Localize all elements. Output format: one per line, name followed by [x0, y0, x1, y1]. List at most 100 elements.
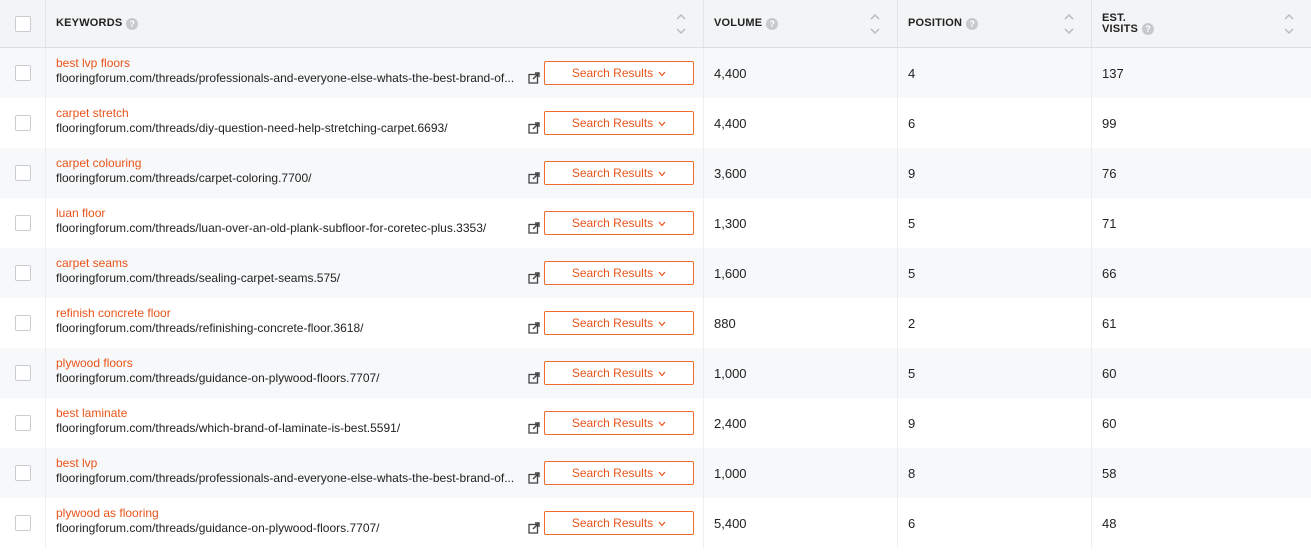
est-visits-cell: 61	[1092, 298, 1311, 348]
column-header-keywords[interactable]: KEYWORDS ?	[46, 0, 704, 47]
position-cell: 9	[898, 148, 1092, 198]
external-link-icon[interactable]	[528, 71, 540, 84]
row-checkbox-cell	[0, 348, 46, 398]
search-results-button[interactable]: Search Results	[544, 361, 694, 385]
position-value: 6	[908, 515, 916, 531]
est-visits-cell: 48	[1092, 498, 1311, 548]
search-results-label: Search Results	[571, 266, 654, 280]
row-checkbox-cell	[0, 198, 46, 248]
volume-value: 4,400	[714, 115, 747, 131]
est-visits-cell: 137	[1092, 48, 1311, 98]
external-link-icon[interactable]	[528, 421, 540, 434]
row-checkbox[interactable]	[14, 515, 31, 531]
search-results-button[interactable]: Search Results	[544, 161, 694, 185]
table-row: best lvp floors flooringforum.com/threads…	[0, 48, 1311, 98]
keyword-link[interactable]: best lvp floors	[56, 56, 526, 71]
keyword-link[interactable]: plywood as flooring	[56, 506, 526, 521]
volume-cell: 1,300	[704, 198, 898, 248]
keyword-cell: best lvp flooringforum.com/threads/profes…	[46, 448, 704, 498]
volume-cell: 2,400	[704, 398, 898, 448]
search-results-button[interactable]: Search Results	[544, 61, 694, 85]
table-row: refinish concrete floor flooringforum.com…	[0, 298, 1311, 348]
search-results-label: Search Results	[571, 416, 654, 430]
table-row: best lvp flooringforum.com/threads/profes…	[0, 448, 1311, 498]
keyword-block: best lvp flooringforum.com/threads/profes…	[56, 456, 526, 486]
row-checkbox[interactable]	[14, 465, 31, 481]
external-link-icon[interactable]	[528, 121, 540, 134]
sort-arrows-icon[interactable]	[675, 11, 687, 37]
external-link-icon[interactable]	[528, 171, 540, 184]
position-value: 6	[908, 115, 916, 131]
est-visits-value: 60	[1102, 365, 1117, 381]
chevron-down-icon	[658, 266, 666, 280]
keyword-cell: carpet stretch flooringforum.com/threads/…	[46, 98, 704, 148]
row-checkbox[interactable]	[14, 115, 31, 131]
select-all-checkbox[interactable]	[14, 15, 31, 32]
est-visits-value: 71	[1102, 215, 1117, 231]
help-icon[interactable]: ?	[1142, 22, 1155, 35]
row-checkbox-cell	[0, 298, 46, 348]
est-visits-value: 58	[1102, 465, 1117, 481]
sort-arrows-icon[interactable]	[1063, 11, 1075, 37]
keyword-link[interactable]: best lvp	[56, 456, 526, 471]
row-checkbox[interactable]	[14, 215, 31, 231]
row-checkbox[interactable]	[14, 65, 31, 81]
search-results-button[interactable]: Search Results	[544, 111, 694, 135]
search-results-button[interactable]: Search Results	[544, 261, 694, 285]
keyword-block: luan floor flooringforum.com/threads/luan…	[56, 206, 526, 236]
keyword-block: refinish concrete floor flooringforum.com…	[56, 306, 526, 336]
ranking-url: flooringforum.com/threads/luan-over-an-o…	[56, 221, 487, 235]
table-row: plywood as flooring flooringforum.com/thr…	[0, 498, 1311, 548]
volume-value: 3,600	[714, 165, 747, 181]
keyword-link[interactable]: carpet stretch	[56, 106, 526, 121]
search-results-button[interactable]: Search Results	[544, 211, 694, 235]
keyword-link[interactable]: luan floor	[56, 206, 526, 221]
help-icon[interactable]: ?	[966, 17, 979, 30]
column-header-est-visits[interactable]: EST. VISITS ?	[1092, 0, 1311, 47]
keyword-link[interactable]: best laminate	[56, 406, 526, 421]
sort-arrows-icon[interactable]	[1283, 11, 1295, 37]
table-row: carpet stretch flooringforum.com/threads/…	[0, 98, 1311, 148]
keyword-block: best lvp floors flooringforum.com/threads…	[56, 56, 526, 86]
search-results-button[interactable]: Search Results	[544, 511, 694, 535]
row-checkbox[interactable]	[14, 415, 31, 431]
external-link-icon[interactable]	[528, 371, 540, 384]
external-link-icon[interactable]	[528, 471, 540, 484]
volume-value: 1,600	[714, 265, 747, 281]
external-link-icon[interactable]	[528, 321, 540, 334]
external-link-icon[interactable]	[528, 271, 540, 284]
keyword-link[interactable]: carpet seams	[56, 256, 526, 271]
help-icon[interactable]: ?	[126, 17, 139, 30]
keyword-cell: plywood floors flooringforum.com/threads/…	[46, 348, 704, 398]
help-icon[interactable]: ?	[766, 17, 779, 30]
keyword-block: plywood floors flooringforum.com/threads/…	[56, 356, 526, 386]
column-header-volume[interactable]: VOLUME ?	[704, 0, 898, 47]
keyword-block: carpet stretch flooringforum.com/threads/…	[56, 106, 526, 136]
search-results-button[interactable]: Search Results	[544, 311, 694, 335]
column-header-position[interactable]: POSITION ?	[898, 0, 1092, 47]
external-link-icon[interactable]	[528, 221, 540, 234]
est-visits-cell: 60	[1092, 348, 1311, 398]
position-value: 5	[908, 365, 916, 381]
search-results-button[interactable]: Search Results	[544, 411, 694, 435]
sort-arrows-icon[interactable]	[869, 11, 881, 37]
row-checkbox[interactable]	[14, 315, 31, 331]
est-visits-cell: 66	[1092, 248, 1311, 298]
external-link-icon[interactable]	[528, 521, 540, 534]
position-cell: 4	[898, 48, 1092, 98]
row-checkbox[interactable]	[14, 365, 31, 381]
volume-cell: 5,400	[704, 498, 898, 548]
search-results-label: Search Results	[571, 366, 654, 380]
keyword-link[interactable]: refinish concrete floor	[56, 306, 526, 321]
keyword-cell: carpet colouring flooringforum.com/thread…	[46, 148, 704, 198]
est-visits-cell: 60	[1092, 398, 1311, 448]
keyword-link[interactable]: carpet colouring	[56, 156, 526, 171]
chevron-down-icon	[658, 316, 666, 330]
volume-cell: 4,400	[704, 48, 898, 98]
keyword-link[interactable]: plywood floors	[56, 356, 526, 371]
search-results-label: Search Results	[571, 466, 654, 480]
est-visits-value: 137	[1102, 65, 1124, 81]
search-results-button[interactable]: Search Results	[544, 461, 694, 485]
row-checkbox[interactable]	[14, 165, 31, 181]
row-checkbox[interactable]	[14, 265, 31, 281]
